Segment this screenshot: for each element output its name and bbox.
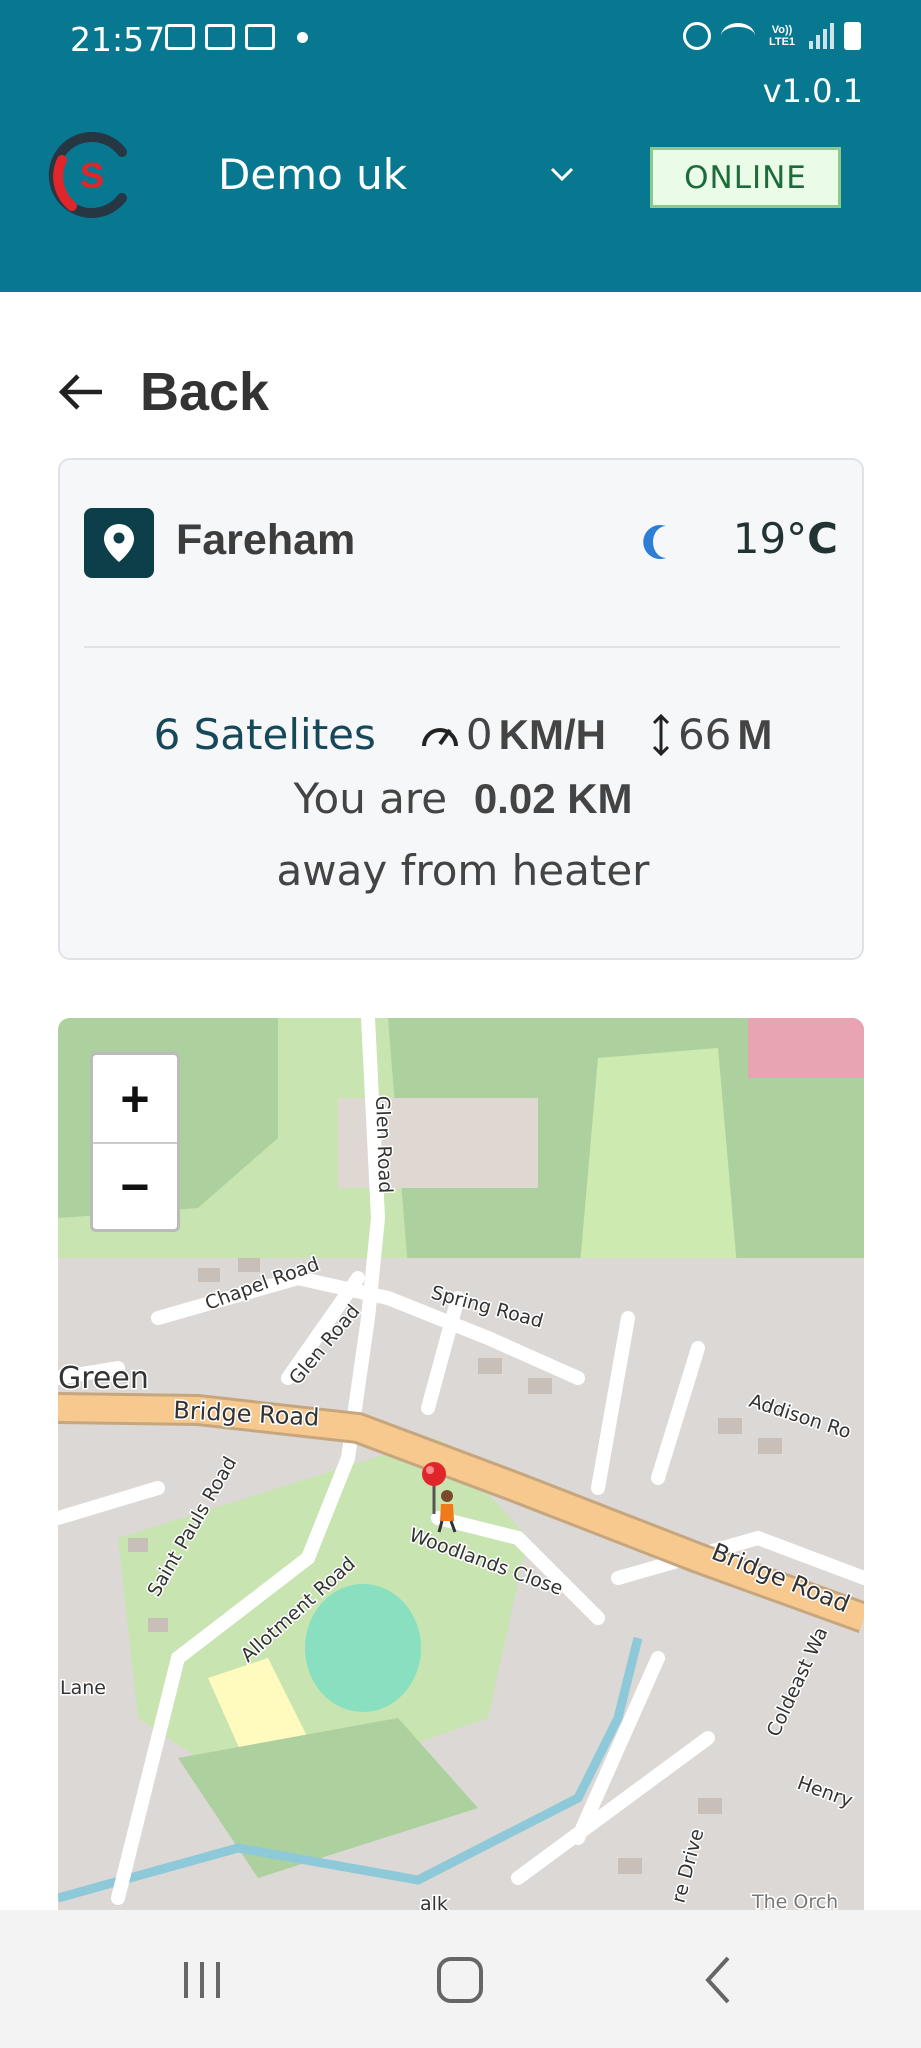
app-logo: S	[48, 132, 127, 218]
mail-icon	[205, 24, 235, 50]
temperature: 19°C	[733, 514, 838, 563]
distance-suffix: away from heater	[276, 846, 650, 895]
system-icons: Vo)) LTE1	[683, 22, 861, 50]
location-name: Fareham	[176, 516, 356, 564]
arrow-left-icon	[58, 374, 102, 410]
back-label: Back	[140, 362, 270, 422]
battery-icon	[844, 22, 861, 50]
distance-value: 0.02 KM	[473, 775, 633, 822]
map-label-glen-road: Glen Road	[371, 1095, 396, 1193]
speed-value: 0	[465, 710, 493, 759]
location-pin-icon	[84, 508, 154, 578]
moon-icon	[643, 525, 666, 559]
gps-stats: 6 Satelites 0 KM/H 66 M	[60, 710, 866, 759]
account-selector[interactable]: Demo uk	[218, 144, 578, 204]
gallery-icon	[165, 24, 195, 50]
altitude: 66 M	[650, 710, 772, 759]
map-label-lane: Lane	[60, 1677, 106, 1699]
status-time: 21:57	[70, 20, 166, 59]
notification-icons	[165, 24, 308, 50]
back-button[interactable]: Back	[56, 360, 269, 424]
map-label-walk: alk	[420, 1893, 448, 1910]
chevron-down-icon	[550, 167, 574, 182]
back-nav-icon[interactable]	[690, 1950, 750, 2010]
online-status-badge: ONLINE	[650, 147, 841, 208]
distance-line: You are 0.02 KM	[60, 774, 866, 823]
satellite-count: 6 Satelites	[153, 710, 376, 759]
svg-text:S: S	[80, 155, 104, 196]
app-header: 21:57 Vo)) LTE1 v1.0.1 S Demo uk ONLINE	[0, 0, 921, 292]
zoom-out-button[interactable]: −	[93, 1142, 177, 1229]
zoom-control: + −	[90, 1052, 180, 1232]
map-view[interactable]: Glen Road Chapel Road Spring Road Glen R…	[58, 1018, 864, 1910]
distance-prefix: You are	[293, 774, 448, 823]
speed: 0 KM/H	[420, 710, 606, 759]
wifi-icon	[721, 23, 755, 49]
recents-icon[interactable]	[172, 1950, 232, 2010]
more-notifications-icon	[297, 31, 308, 43]
altitude-arrows-icon	[652, 713, 670, 756]
map-label-the-orch: The Orch	[751, 1891, 838, 1910]
signal-icon	[809, 23, 834, 49]
altitude-value: 66	[677, 710, 732, 759]
temperature-value: 19°	[732, 514, 808, 563]
status-bar: 21:57 Vo)) LTE1	[0, 18, 921, 66]
altitude-unit: M	[737, 710, 773, 758]
lte-indicator: Vo)) LTE1	[768, 24, 796, 48]
temperature-unit: C	[807, 514, 838, 563]
speed-unit: KM/H	[498, 710, 606, 758]
voicemail-icon	[245, 24, 275, 50]
alarm-icon	[683, 22, 711, 50]
home-icon[interactable]	[430, 1950, 490, 2010]
system-nav-bar	[0, 1910, 921, 2048]
location-info-card: Fareham 19°C 6 Satelites 0 KM/H 66 M You…	[58, 458, 864, 960]
card-divider	[84, 646, 840, 648]
speedometer-icon	[421, 727, 458, 746]
account-name: Demo uk	[218, 149, 408, 199]
app-version: v1.0.1	[762, 72, 863, 110]
map-label-green: Green	[58, 1361, 149, 1396]
zoom-in-button[interactable]: +	[93, 1055, 177, 1142]
